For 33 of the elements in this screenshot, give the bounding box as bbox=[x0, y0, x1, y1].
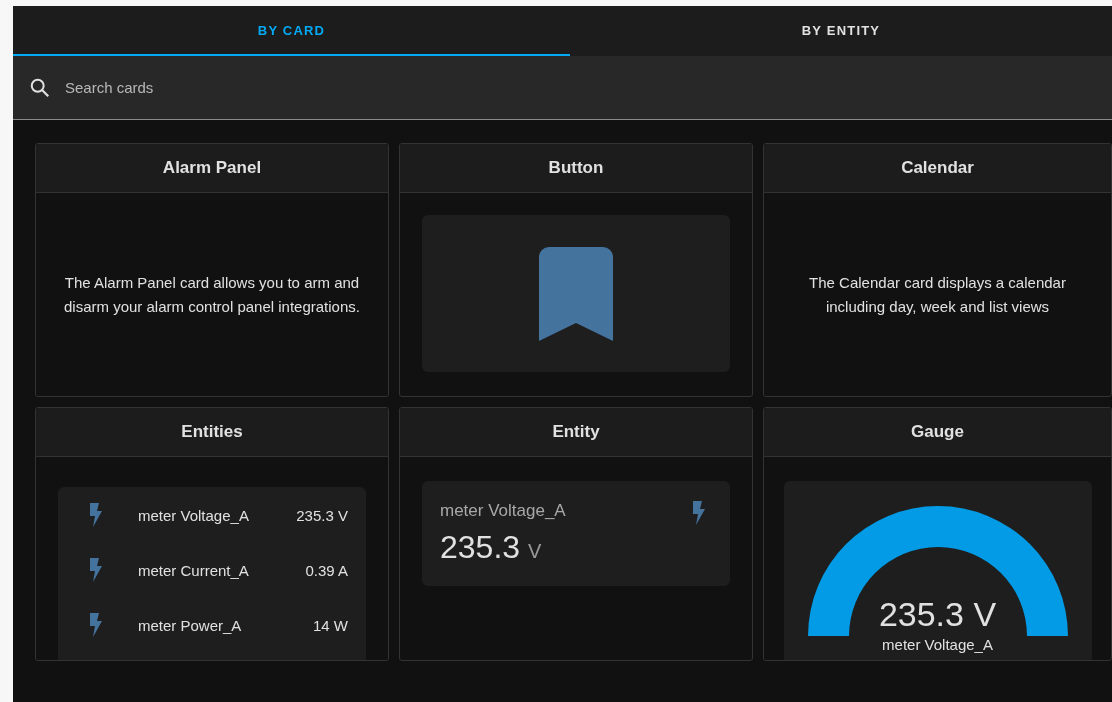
card-description: The Calendar card displays a calendar including day, week and list views bbox=[808, 272, 1067, 317]
lightning-bolt-icon bbox=[88, 558, 102, 582]
card-title: Alarm Panel bbox=[36, 144, 388, 193]
entity-state: 235.3 V bbox=[296, 506, 348, 524]
unit-label: V bbox=[528, 540, 542, 563]
entity-name: meter Current_A bbox=[138, 561, 250, 579]
entity-name: meter Voltage_A bbox=[440, 501, 566, 521]
entity-state: 14 W bbox=[313, 616, 348, 634]
entity-name: meter Power_A bbox=[138, 616, 243, 634]
entity-value: 235.3 bbox=[440, 529, 521, 566]
card-preview[interactable]: Entities meter Voltage_A 235.3 V meter Current_A 0.39 A meter Power_A 14 W bbox=[35, 407, 389, 661]
card-title: Gauge bbox=[764, 408, 1111, 457]
tab[interactable]: BY ENTITY bbox=[570, 6, 1112, 56]
card-preview[interactable]: Button bbox=[399, 143, 753, 397]
search-field[interactable]: Search cards bbox=[65, 79, 465, 96]
lightning-bolt-icon bbox=[88, 503, 102, 527]
card-preview[interactable]: Gauge 235.3 V meter Voltage_A bbox=[763, 407, 1112, 661]
entity-state: 0.39 A bbox=[305, 561, 348, 579]
card-preview[interactable]: Calendar The Calendar card displays a calendar including day, week and list views bbox=[763, 143, 1112, 397]
search-icon bbox=[29, 76, 51, 99]
card-title: Entity bbox=[400, 408, 752, 457]
entity-name: meter Voltage_A bbox=[138, 506, 250, 524]
card-title: Entities bbox=[36, 408, 388, 457]
lightning-bolt-icon bbox=[691, 501, 705, 525]
gauge-label: meter Voltage_A bbox=[882, 636, 993, 653]
bookmark-icon bbox=[539, 246, 613, 341]
lightning-bolt-icon bbox=[88, 613, 102, 637]
gauge-value: 235.3 V bbox=[878, 595, 997, 634]
card-preview[interactable]: Entity meter Voltage_A 235.3 V bbox=[399, 407, 753, 661]
card-description: The Alarm Panel card allows you to arm and disarm your alarm control panel integrations. bbox=[63, 272, 361, 317]
card-title: Button bbox=[400, 144, 752, 193]
card-title: Calendar bbox=[764, 144, 1111, 193]
card-preview[interactable]: Alarm Panel The Alarm Panel card allows you to arm and disarm your alarm control panel integrations. bbox=[35, 143, 389, 397]
